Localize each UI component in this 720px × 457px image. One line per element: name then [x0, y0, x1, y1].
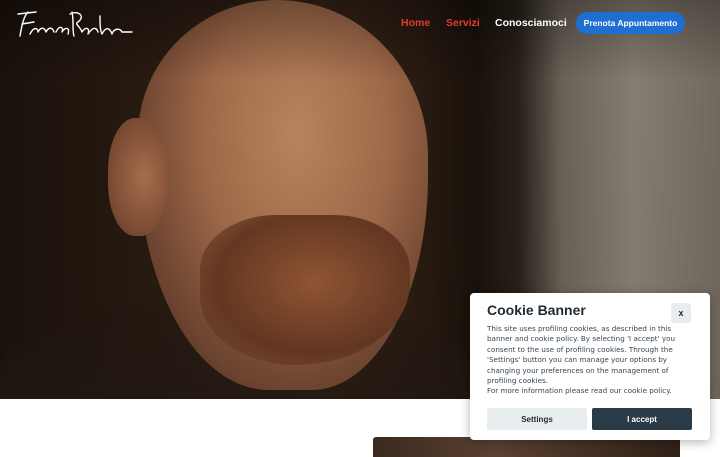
close-button[interactable]: x: [671, 303, 691, 323]
signature-logo-icon: [17, 11, 133, 37]
cookie-banner-title: Cookie Banner: [487, 302, 586, 318]
cookie-banner-text: This site uses profiling cookies, as des…: [487, 324, 676, 396]
settings-button[interactable]: Settings: [487, 408, 587, 430]
cookie-banner: Cookie Banner x This site uses profiling…: [470, 293, 710, 440]
book-appointment-button[interactable]: Prenota Appuntamento: [576, 12, 685, 34]
nav-home[interactable]: Home: [401, 17, 430, 29]
site-logo[interactable]: [16, 6, 134, 42]
nav-conosciamoci[interactable]: Conosciamoci: [495, 17, 567, 29]
accept-button[interactable]: I accept: [592, 408, 692, 430]
content-image-card: [373, 437, 680, 457]
nav-servizi[interactable]: Servizi: [446, 17, 480, 29]
